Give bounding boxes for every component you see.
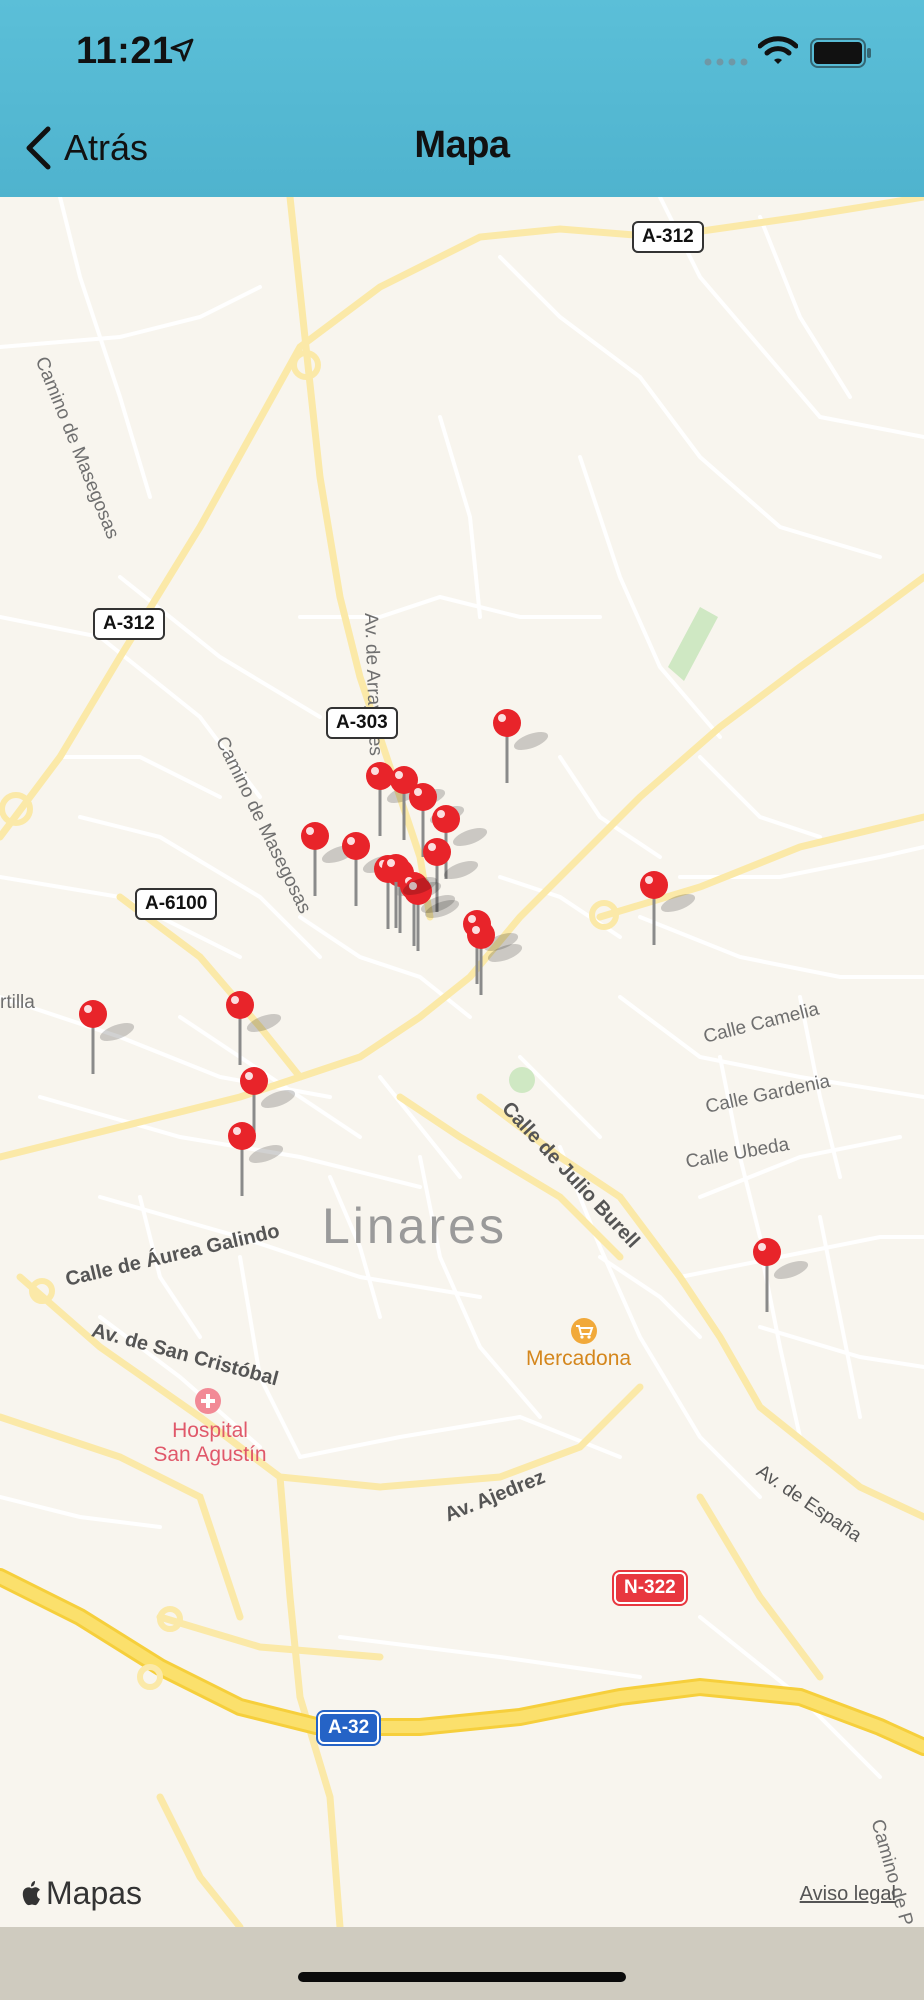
- navigation-header: 11:21 Atrás Mapa: [0, 0, 924, 197]
- maps-attribution: Mapas: [20, 1875, 142, 1912]
- apple-logo-icon: [22, 1880, 40, 1905]
- hospital-icon: [195, 1388, 221, 1414]
- map-pin[interactable]: [224, 989, 282, 1069]
- pin-icon: [640, 871, 696, 945]
- pin-icon: [467, 921, 523, 995]
- wifi-icon: [758, 36, 798, 64]
- poi-hospital-line2: San Agustín: [153, 1443, 267, 1466]
- map-pin[interactable]: [465, 919, 523, 999]
- road-shield: A-32: [318, 1712, 380, 1744]
- road-shield: A-312: [632, 221, 704, 253]
- city-label: Linares: [322, 1198, 507, 1254]
- location-arrow-icon: [170, 38, 194, 62]
- map-pin[interactable]: [751, 1236, 809, 1316]
- map-pin[interactable]: [77, 998, 135, 1078]
- road-shield: A-6100: [135, 888, 218, 920]
- map-view[interactable]: Camino de Masegosas Camino de Masegosas …: [0, 197, 924, 1927]
- map-pin[interactable]: [380, 852, 438, 932]
- pin-icon: [79, 1000, 135, 1074]
- status-time: 11:21: [76, 30, 174, 72]
- poi-supermarket-label[interactable]: Mercadona: [526, 1347, 631, 1371]
- poi-hospital-line1: Hospital: [172, 1419, 248, 1442]
- cellular-signal-icon: [704, 58, 748, 66]
- pin-icon: [226, 991, 282, 1065]
- map-pin[interactable]: [299, 820, 357, 900]
- battery-icon: [810, 38, 871, 68]
- road-shield: A-312: [93, 608, 165, 640]
- road-shield: N-322: [614, 1572, 686, 1604]
- pin-icon: [753, 1238, 809, 1312]
- home-indicator[interactable]: [298, 1972, 626, 1982]
- legal-link[interactable]: Aviso legal: [800, 1883, 896, 1906]
- shopping-cart-icon: [571, 1318, 597, 1344]
- street-label: rtilla: [0, 992, 35, 1013]
- maps-brand-text: Mapas: [46, 1875, 143, 1911]
- bottom-bar: [0, 1927, 924, 2000]
- map-pin[interactable]: [340, 830, 398, 910]
- page-title: Mapa: [414, 124, 510, 166]
- pin-icon: [382, 854, 438, 928]
- map-pin[interactable]: [491, 707, 549, 787]
- map-pin[interactable]: [638, 869, 696, 949]
- pin-icon: [493, 709, 549, 783]
- pin-icon: [228, 1122, 284, 1196]
- road-shield: A-303: [326, 707, 398, 739]
- map-pin[interactable]: [226, 1120, 284, 1200]
- poi-hospital-label[interactable]: Hospital San Agustín: [140, 1419, 280, 1467]
